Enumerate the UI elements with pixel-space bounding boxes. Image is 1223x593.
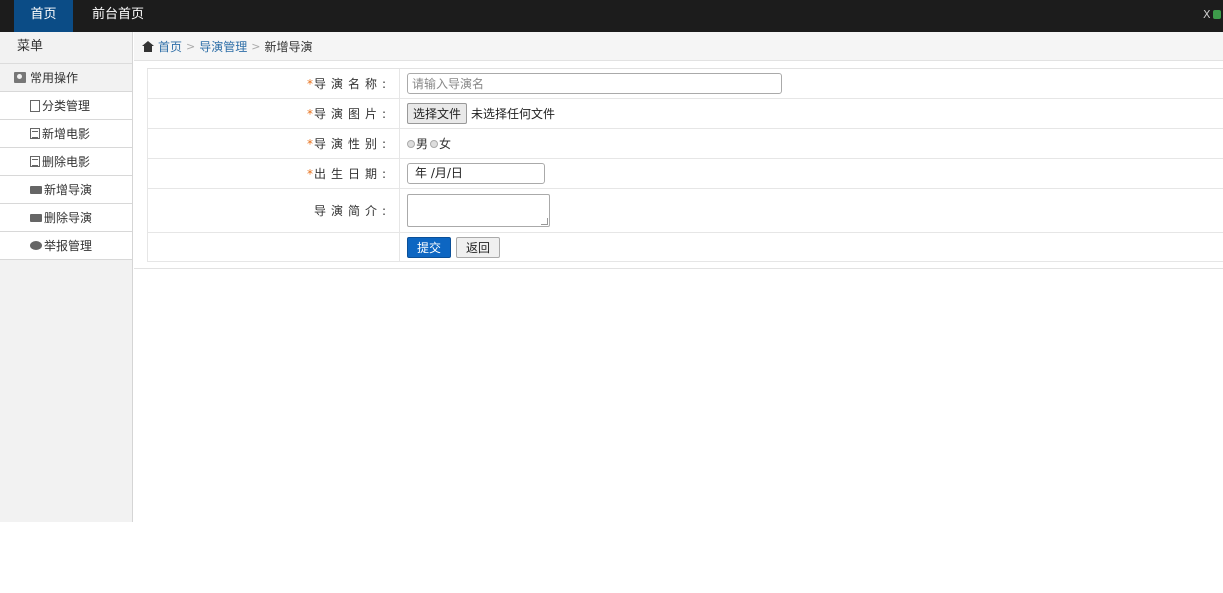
label-colon: :: [381, 76, 386, 91]
sidebar-item-label: 举报管理: [44, 239, 93, 253]
list-icon: [30, 128, 40, 139]
content-divider: [134, 268, 1223, 269]
required-mark: *: [306, 106, 313, 121]
field-cell: 提交 返回: [400, 233, 1223, 261]
sidebar-item-delete-movie[interactable]: 删除电影: [0, 148, 132, 176]
field-cell: [400, 69, 1223, 98]
top-navbar: 首页 前台首页 X: [0, 0, 1223, 32]
label-colon: :: [381, 166, 386, 181]
sidebar-item-delete-director[interactable]: 删除导演: [0, 204, 132, 232]
list-icon: [30, 156, 40, 167]
choose-file-button[interactable]: 选择文件: [407, 103, 468, 124]
field-label: * 导演性别:: [148, 129, 400, 158]
sidebar-item-label: 删除电影: [42, 155, 91, 169]
form-row-intro: 导演简介:: [147, 189, 1223, 233]
director-intro-textarea[interactable]: [407, 194, 550, 227]
required-mark: *: [306, 136, 313, 151]
gender-female-radio[interactable]: [430, 139, 439, 148]
field-label-empty: [148, 233, 400, 261]
back-button[interactable]: 返回: [456, 236, 501, 258]
breadcrumb-separator: >: [251, 39, 261, 53]
breadcrumb-current: 新增导演: [264, 39, 313, 54]
label-colon: :: [381, 203, 386, 218]
birth-label: 出生日期: [313, 167, 382, 181]
breadcrumb-home-link[interactable]: 首页: [158, 38, 182, 55]
sidebar-group-common[interactable]: 常用操作: [0, 64, 132, 92]
sidebar: 菜单 常用操作 分类管理 新增电影 删除电影 新增导演 删除导演 举报管理: [0, 32, 133, 522]
field-cell: 选择文件 未选择任何文件: [400, 99, 1223, 128]
sidebar-item-label: 新增导演: [44, 183, 93, 197]
user-card-icon: [14, 72, 26, 83]
form-row-gender: * 导演性别: 男 女: [147, 129, 1223, 159]
gender-male-label: 男: [416, 137, 429, 151]
gender-female-label: 女: [439, 137, 452, 151]
form-row-name: * 导演名称:: [147, 69, 1223, 99]
sidebar-item-add-director[interactable]: 新增导演: [0, 176, 132, 204]
breadcrumb-section-link[interactable]: 导演管理: [199, 38, 247, 55]
field-label: * 出生日期:: [148, 159, 400, 188]
nav-tab-front-home[interactable]: 前台首页: [80, 0, 156, 32]
field-label: * 导演图片:: [148, 99, 400, 128]
photo-label: 导演图片: [313, 107, 382, 121]
home-icon: [142, 40, 154, 52]
corner-x-label: X: [1203, 8, 1211, 21]
form-row-birth: * 出生日期: 年 /月/日: [147, 159, 1223, 189]
required-mark: *: [306, 76, 313, 91]
film-icon: [30, 185, 42, 194]
gender-label: 导演性别: [313, 137, 382, 151]
form-row-actions: 提交 返回: [147, 233, 1223, 262]
field-cell: 男 女: [400, 129, 1223, 158]
sidebar-item-category[interactable]: 分类管理: [0, 92, 132, 120]
corner-widget[interactable]: X: [1203, 8, 1221, 22]
field-cell: [400, 189, 1223, 232]
name-label: 导演名称: [313, 77, 382, 91]
breadcrumb: 首页 > 导演管理 > 新增导演: [134, 32, 1223, 61]
field-label: 导演简介:: [148, 189, 400, 232]
gender-male-radio[interactable]: [407, 139, 415, 148]
file-status: 未选择任何文件: [471, 107, 556, 121]
submit-button[interactable]: 提交: [407, 236, 452, 258]
label-colon: :: [381, 136, 386, 151]
birth-date-input[interactable]: 年 /月/日: [407, 163, 545, 184]
label-colon: :: [381, 106, 386, 121]
corner-status-icon: [1213, 10, 1221, 19]
breadcrumb-separator: >: [186, 39, 196, 53]
field-label: * 导演名称:: [148, 69, 400, 98]
required-mark: *: [306, 166, 313, 181]
sidebar-item-add-movie[interactable]: 新增电影: [0, 120, 132, 148]
field-cell: 年 /月/日: [400, 159, 1223, 188]
form-row-photo: * 导演图片: 选择文件 未选择任何文件: [147, 99, 1223, 129]
director-name-input[interactable]: [407, 73, 782, 94]
sidebar-group-label: 常用操作: [30, 70, 79, 85]
director-form: *导演名称: *导演图片: 选择文件 未选择任何文件 *导演性别: 男 女 *出…: [147, 68, 1223, 262]
intro-label: 导演简介: [313, 204, 382, 218]
sidebar-item-label: 删除导演: [44, 211, 93, 225]
file-icon: [30, 99, 40, 112]
sidebar-item-label: 新增电影: [42, 127, 91, 141]
sidebar-item-reports[interactable]: 举报管理: [0, 232, 132, 260]
chat-icon: [30, 241, 42, 250]
sidebar-item-label: 分类管理: [42, 99, 91, 113]
film-icon: [30, 213, 42, 222]
sidebar-title: 菜单: [0, 32, 132, 64]
nav-tab-home[interactable]: 首页: [14, 0, 73, 32]
